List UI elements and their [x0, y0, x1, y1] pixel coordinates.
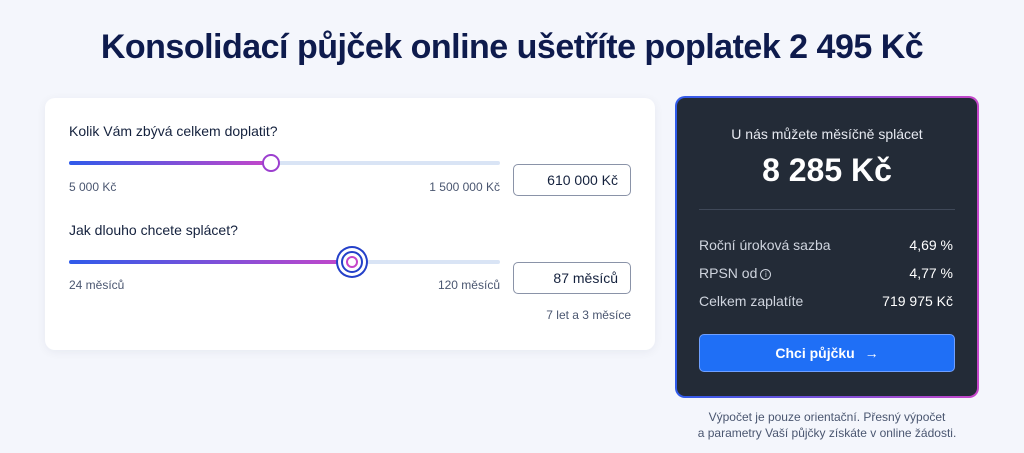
summary-heading: U nás můžete měsíčně splácet: [731, 126, 923, 142]
term-duration-text: 7 let a 3 měsíce: [546, 308, 631, 322]
disclaimer-line-2: a parametry Vaší půjčky získáte v online…: [697, 426, 957, 440]
summary-panel: U nás můžete měsíčně splácet 8 285 Kč Ro…: [675, 96, 979, 398]
disclaimer-line-1: Výpočet je pouze orientační. Přesný výpo…: [708, 410, 946, 424]
term-slider-fill: [69, 260, 352, 264]
amount-slider[interactable]: [69, 154, 500, 172]
summary-row-label: Celkem zaplatíte: [699, 293, 804, 309]
summary-row-value: 4,69 %: [909, 237, 953, 253]
info-icon[interactable]: i: [760, 269, 772, 280]
term-slider[interactable]: [69, 251, 500, 273]
disclaimer: Výpočet je pouze orientační. Přesný výpo…: [675, 409, 979, 441]
summary-row-interest: Roční úroková sazba 4,69 %: [699, 237, 953, 253]
summary-row-label: Roční úroková sazba: [699, 237, 831, 253]
apply-loan-button-label: Chci půjčku: [775, 345, 855, 361]
amount-question: Kolik Vám zbývá celkem doplatit?: [69, 123, 278, 139]
term-max-label: 120 měsíců: [437, 278, 500, 292]
monthly-payment: 8 285 Kč: [762, 152, 892, 188]
amount-slider-fill: [69, 161, 271, 165]
loan-calculator-card: Kolik Vám zbývá celkem doplatit? 5 000 K…: [45, 98, 655, 350]
arrow-right-icon: →: [864, 345, 879, 361]
page-title: Konsolidací půjček online ušetříte popla…: [100, 28, 924, 66]
term-question: Jak dlouho chcete splácet?: [69, 222, 238, 238]
term-slider-thumb[interactable]: [341, 251, 363, 273]
summary-row-value: 4,77 %: [909, 265, 953, 281]
amount-max-label: 1 500 000 Kč: [429, 180, 500, 194]
summary-row-total: Celkem zaplatíte 719 975 Kč: [699, 293, 953, 309]
amount-slider-thumb[interactable]: [262, 154, 280, 172]
summary-divider: [699, 209, 955, 210]
summary-row-rpsn: RPSN od i 4,77 %: [699, 265, 953, 281]
term-input[interactable]: 87 měsíců: [513, 262, 631, 294]
amount-input[interactable]: 610 000 Kč: [513, 164, 631, 196]
summary-row-label: RPSN od: [699, 265, 758, 281]
apply-loan-button[interactable]: Chci půjčku →: [699, 334, 955, 372]
summary-row-value: 719 975 Kč: [882, 293, 953, 309]
